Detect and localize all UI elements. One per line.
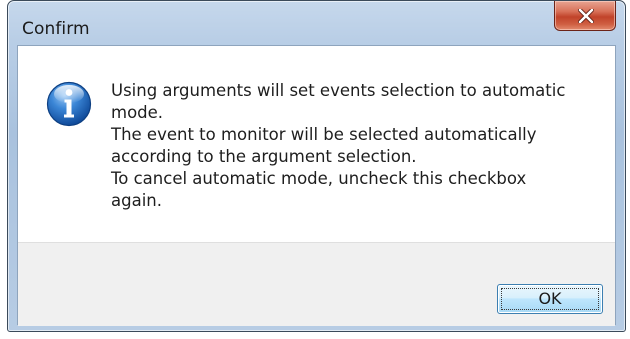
ok-button[interactable]: OK bbox=[497, 284, 603, 314]
dialog-client-area: Using arguments will set events selectio… bbox=[17, 45, 616, 326]
message-line: To cancel automatic mode, uncheck this c… bbox=[111, 169, 527, 188]
message-line: according to the argument selection. bbox=[111, 147, 417, 166]
message-text: Using arguments will set events selectio… bbox=[111, 80, 606, 212]
information-icon bbox=[46, 81, 92, 127]
close-x-icon bbox=[578, 9, 594, 23]
message-line: mode. bbox=[111, 103, 164, 122]
message-line: Using arguments will set events selectio… bbox=[111, 81, 566, 100]
ok-button-label: OK bbox=[538, 289, 562, 308]
message-line: The event to monitor will be selected au… bbox=[111, 125, 537, 144]
close-button[interactable] bbox=[554, 1, 616, 31]
window-title: Confirm bbox=[22, 19, 90, 39]
confirm-dialog-window: Confirm Using arguments will set events … bbox=[7, 0, 626, 332]
button-bar: OK bbox=[18, 242, 615, 326]
title-bar[interactable]: Confirm bbox=[8, 1, 625, 45]
message-area: Using arguments will set events selectio… bbox=[18, 46, 615, 242]
message-line: again. bbox=[111, 191, 162, 210]
